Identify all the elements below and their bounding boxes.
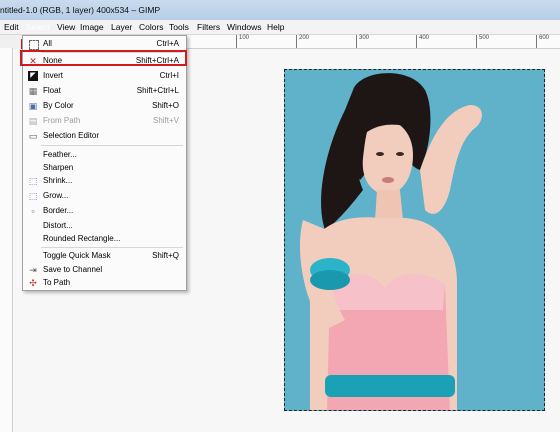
title-bar: ntitled-1.0 (RGB, 1 layer) 400x534 – GIM… — [0, 0, 560, 21]
ruler-label: 600 — [539, 35, 550, 41]
menu-item-toggle-quick-mask[interactable]: Toggle Quick Mask Shift+Q — [24, 249, 185, 263]
menu-item-shortcut: Shift+V — [152, 116, 179, 125]
menu-select[interactable]: Select — [26, 22, 50, 32]
menu-item-float[interactable]: ▦ Float Shift+Ctrl+L — [24, 84, 185, 98]
menu-bar: Edit Select View Image Layer Colors Tool… — [0, 20, 560, 55]
select-menu-dropdown: All Ctrl+A ✕ None Shift+Ctrl+A ◤ Invert … — [22, 35, 187, 291]
menu-item-label: Float — [43, 86, 61, 95]
menu-item-shortcut: Shift+O — [152, 101, 179, 110]
separator — [41, 247, 183, 248]
menu-help[interactable]: Help — [267, 22, 284, 32]
menu-item-feather[interactable]: Feather... — [24, 148, 185, 162]
menu-filters[interactable]: Filters — [197, 22, 220, 32]
border-icon: ▫ — [31, 206, 35, 216]
menu-colors[interactable]: Colors — [139, 22, 164, 32]
image-canvas[interactable] — [284, 69, 545, 411]
vertical-ruler — [0, 48, 13, 432]
float-icon: ▦ — [28, 86, 38, 96]
ruler-label: 100 — [239, 35, 250, 41]
menu-item-all[interactable]: All Ctrl+A — [24, 37, 185, 51]
menu-item-invert[interactable]: ◤ Invert Ctrl+I — [24, 69, 185, 83]
by-color-icon: ▣ — [28, 101, 38, 111]
menu-item-shortcut: Shift+Ctrl+L — [136, 86, 179, 95]
menu-item-to-path[interactable]: ✣ To Path — [24, 276, 185, 290]
menu-tools[interactable]: Tools — [169, 22, 189, 32]
horizontal-ruler: 100 200 300 400 500 600 — [186, 35, 560, 49]
to-path-icon: ✣ — [29, 278, 37, 288]
menu-item-label: From Path — [43, 116, 81, 125]
menu-item-label: Border... — [43, 206, 74, 215]
menu-item-label: Feather... — [43, 150, 77, 159]
menu-windows[interactable]: Windows — [227, 22, 261, 32]
menu-item-sharpen[interactable]: Sharpen — [24, 161, 185, 175]
from-path-icon: ▤ — [28, 116, 38, 126]
grow-icon: ⬚ — [28, 191, 38, 201]
save-to-channel-icon: ⇥ — [29, 265, 37, 275]
menu-item-label: Rounded Rectangle... — [43, 234, 121, 243]
menu-item-border[interactable]: ▫ Border... — [24, 204, 185, 218]
menu-item-label: Sharpen — [43, 163, 74, 172]
menu-item-label: Distort... — [43, 221, 73, 230]
menu-item-distort[interactable]: Distort... — [24, 219, 185, 233]
menu-image[interactable]: Image — [80, 22, 104, 32]
menu-item-shortcut: Ctrl+A — [156, 39, 179, 48]
separator — [41, 145, 183, 146]
ruler-label: 500 — [479, 35, 490, 41]
menu-item-label: Shrink... — [43, 176, 73, 185]
menu-item-label: Selection Editor — [43, 131, 100, 140]
menu-item-rounded-rectangle[interactable]: Rounded Rectangle... — [24, 232, 185, 246]
menu-item-shortcut: Ctrl+I — [159, 71, 179, 80]
ruler-label: 300 — [359, 35, 370, 41]
window-title: ntitled-1.0 (RGB, 1 layer) 400x534 – GIM… — [0, 5, 161, 15]
menu-item-grow[interactable]: ⬚ Grow... — [24, 189, 185, 203]
menu-item-label: To Path — [43, 278, 71, 287]
menu-item-label: Save to Channel — [43, 265, 103, 274]
menu-item-label: Grow... — [43, 191, 69, 200]
ruler-label: 200 — [299, 35, 310, 41]
menu-edit[interactable]: Edit — [4, 22, 19, 32]
menu-item-shrink[interactable]: ⬚ Shrink... — [24, 174, 185, 188]
menu-item-shortcut: Shift+Q — [152, 251, 179, 260]
shrink-icon: ⬚ — [28, 176, 38, 186]
select-all-icon — [29, 40, 39, 50]
menu-item-label: Invert — [43, 71, 64, 80]
menu-view[interactable]: View — [57, 22, 75, 32]
menu-item-label: Toggle Quick Mask — [43, 251, 111, 260]
portrait-image — [285, 70, 544, 410]
none-item-highlight — [20, 50, 187, 66]
ruler-label: 400 — [419, 35, 430, 41]
menu-item-by-color[interactable]: ▣ By Color Shift+O — [24, 99, 185, 113]
menu-item-from-path: ▤ From Path Shift+V — [24, 114, 185, 128]
invert-icon: ◤ — [28, 71, 38, 81]
menu-layer[interactable]: Layer — [111, 22, 132, 32]
menu-item-selection-editor[interactable]: ▭ Selection Editor — [24, 129, 185, 143]
menu-item-save-to-channel[interactable]: ⇥ Save to Channel — [24, 263, 185, 277]
selection-editor-icon: ▭ — [28, 131, 38, 141]
menu-item-label: By Color — [43, 101, 74, 110]
menu-item-label: All — [43, 39, 52, 48]
